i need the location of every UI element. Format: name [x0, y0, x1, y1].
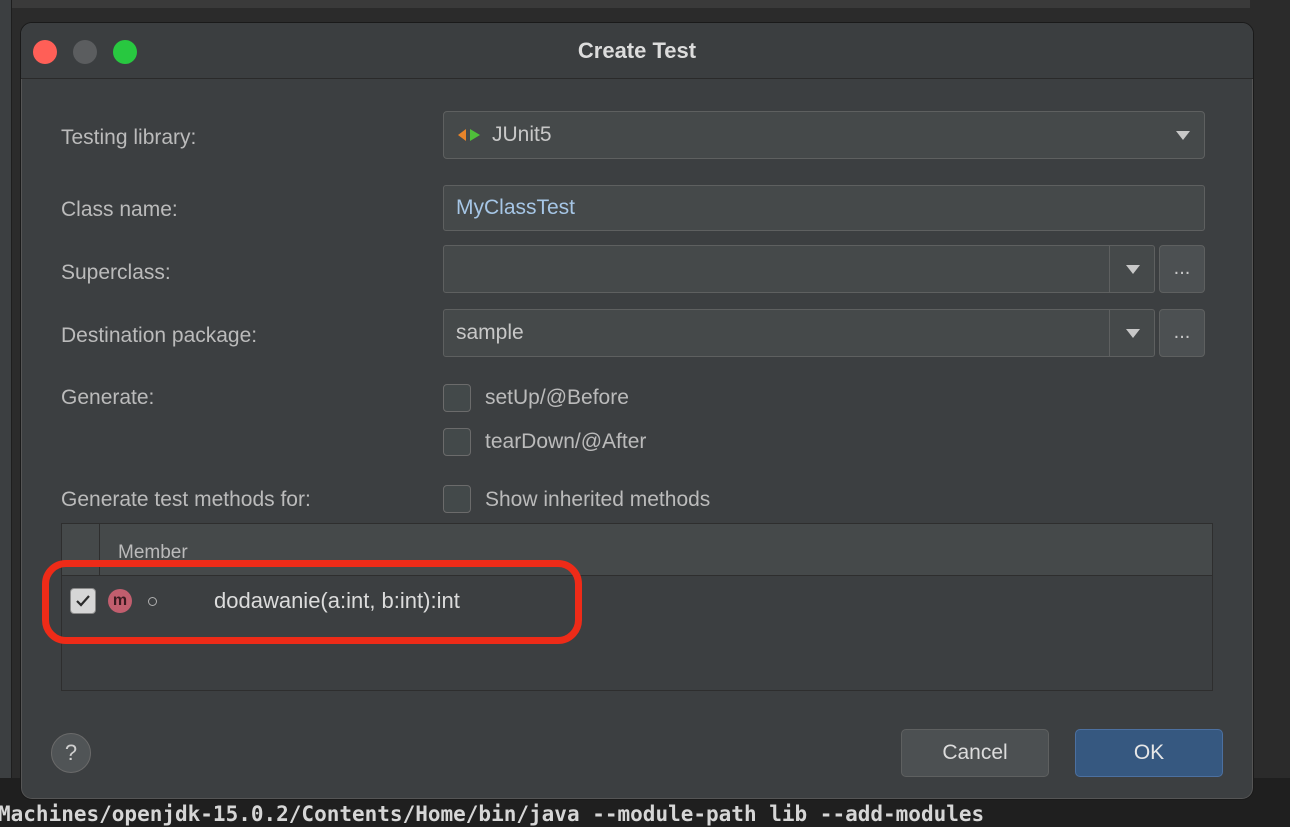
destination-package-input[interactable]: sample: [443, 309, 1155, 357]
class-name-value: MyClassTest: [456, 196, 576, 219]
superclass-browse-button[interactable]: ...: [1159, 245, 1205, 293]
combo-separator: [1109, 310, 1110, 356]
help-button[interactable]: ?: [51, 733, 91, 773]
destination-package-browse-button[interactable]: ...: [1159, 309, 1205, 357]
superclass-input[interactable]: [443, 245, 1155, 293]
combo-separator: [1109, 246, 1110, 292]
testing-library-select[interactable]: JUnit5: [443, 111, 1205, 159]
dialog-titlebar: Create Test: [21, 23, 1253, 79]
class-name-input[interactable]: MyClassTest: [443, 185, 1205, 231]
class-name-label: Class name:: [61, 198, 178, 221]
chevron-down-icon[interactable]: [1126, 329, 1140, 338]
show-inherited-checkbox[interactable]: [443, 485, 471, 513]
chevron-down-icon: [1176, 131, 1190, 140]
show-inherited-label[interactable]: Show inherited methods: [485, 488, 710, 512]
dialog-title: Create Test: [577, 38, 697, 63]
ok-button[interactable]: OK: [1075, 729, 1223, 777]
annotation-highlight: [42, 560, 582, 644]
teardown-label[interactable]: tearDown/@After: [485, 430, 646, 454]
generate-label: Generate:: [61, 386, 155, 409]
superclass-label: Superclass:: [61, 261, 171, 284]
destination-package-label: Destination package:: [61, 324, 258, 347]
background-editor-right: [1250, 0, 1290, 780]
background-editor-gutter: [0, 0, 12, 827]
teardown-checkbox[interactable]: [443, 428, 471, 456]
generate-methods-label: Generate test methods for:: [61, 488, 311, 511]
cancel-button[interactable]: Cancel: [901, 729, 1049, 777]
testing-library-label: Testing library:: [61, 126, 197, 149]
junit-icon: [458, 129, 480, 141]
setup-checkbox[interactable]: [443, 384, 471, 412]
destination-package-value: sample: [456, 321, 524, 344]
terminal-text: Machines/openjdk-15.0.2/Contents/Home/bi…: [0, 802, 985, 826]
setup-label[interactable]: setUp/@Before: [485, 386, 629, 410]
create-test-dialog: Create Test Testing library: JUnit5 Clas…: [20, 22, 1254, 800]
testing-library-value: JUnit5: [492, 123, 552, 146]
chevron-down-icon[interactable]: [1126, 265, 1140, 274]
background-top: [0, 0, 1290, 8]
